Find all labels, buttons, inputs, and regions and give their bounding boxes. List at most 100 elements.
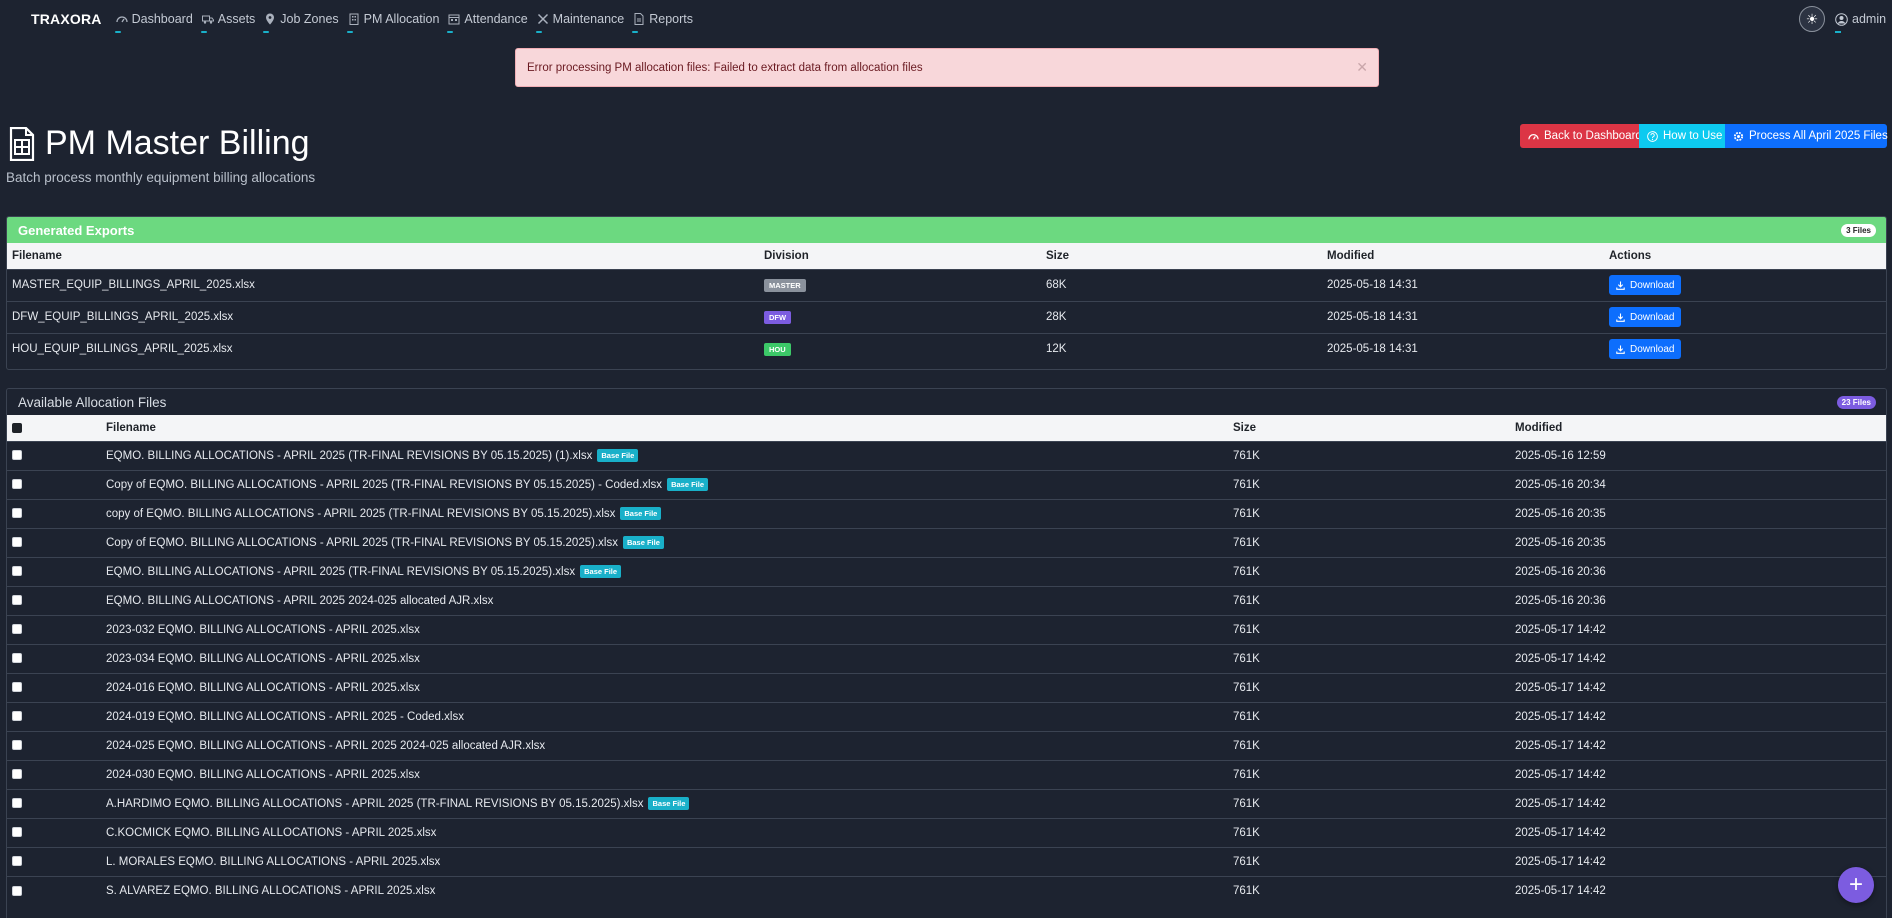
filename-cell: 2024-030 EQMO. BILLING ALLOCATIONS - APR… [101, 759, 1228, 789]
allocation-size: 761K [1228, 672, 1510, 702]
division-badge: DFW [764, 310, 792, 324]
row-checkbox[interactable] [12, 566, 22, 577]
filename-cell: C.KOCMICK EQMO. BILLING ALLOCATIONS - AP… [101, 817, 1228, 847]
filename-cell: Copy of EQMO. BILLING ALLOCATIONS - APRI… [101, 469, 1228, 499]
nav-assets[interactable]: Assets [200, 12, 255, 33]
export-filename: MASTER_EQUIP_BILLINGS_APRIL_2025.xlsx [7, 268, 759, 301]
table-row: Copy of EQMO. BILLING ALLOCATIONS - APRI… [7, 469, 1886, 499]
division-badge: HOU [764, 342, 791, 356]
row-checkbox[interactable] [12, 479, 22, 490]
tools-icon [537, 13, 549, 25]
allocation-size: 761K [1228, 498, 1510, 528]
row-checkbox[interactable] [12, 508, 22, 519]
base-file-badge: Base File [667, 478, 708, 491]
nav-pm-allocation[interactable]: PM Allocation [346, 12, 439, 33]
exports-table: Filename Division Size Modified Actions … [7, 243, 1886, 365]
how-to-use-label: How to Use [1663, 130, 1723, 142]
table-row: 2024-030 EQMO. BILLING ALLOCATIONS - APR… [7, 759, 1886, 789]
download-label: Download [1630, 279, 1675, 291]
gear-icon [1733, 131, 1744, 142]
theme-toggle-button[interactable]: ☀ [1799, 6, 1825, 32]
allocation-size: 761K [1228, 875, 1510, 905]
checkbox-cell [7, 875, 101, 905]
export-modified: 2025-05-18 14:31 [1322, 268, 1604, 301]
navbar: TRAXORA Dashboard Assets Job Zones PM Al… [0, 0, 1892, 38]
nav-attendance[interactable]: Attendance [447, 12, 528, 33]
close-icon[interactable]: ✕ [1356, 60, 1368, 74]
table-row: 2023-034 EQMO. BILLING ALLOCATIONS - APR… [7, 643, 1886, 673]
checkbox-cell [7, 701, 101, 731]
allocation-modified: 2025-05-16 20:35 [1510, 498, 1886, 528]
row-checkbox[interactable] [12, 856, 22, 867]
allocation-modified: 2025-05-17 14:42 [1510, 672, 1886, 702]
exports-count-badge: 3 Files [1841, 224, 1876, 237]
sun-icon: ☀ [1805, 10, 1819, 27]
download-button[interactable]: Download [1609, 307, 1682, 327]
row-checkbox[interactable] [12, 682, 22, 693]
allocation-size: 761K [1228, 556, 1510, 586]
row-checkbox[interactable] [12, 827, 22, 838]
row-checkbox[interactable] [12, 711, 22, 722]
row-checkbox[interactable] [12, 653, 22, 664]
download-button[interactable]: Download [1609, 275, 1682, 295]
allocation-table: Filename Size Modified EQMO. BILLING ALL… [7, 415, 1886, 905]
report-icon [633, 13, 645, 25]
allocation-modified: 2025-05-17 14:42 [1510, 730, 1886, 760]
division-cell: HOU [759, 332, 1041, 365]
allocation-size: 761K [1228, 440, 1510, 470]
back-to-dashboard-label: Back to Dashboard [1544, 130, 1642, 142]
row-checkbox[interactable] [12, 624, 22, 635]
checkbox-cell [7, 643, 101, 673]
allocation-size: 761K [1228, 759, 1510, 789]
generated-exports-header: Generated Exports 3 Files [7, 217, 1886, 243]
process-all-button[interactable]: Process All April 2025 Files [1725, 124, 1888, 148]
allocation-size: 761K [1228, 585, 1510, 615]
row-checkbox[interactable] [12, 769, 22, 780]
download-button[interactable]: Download [1609, 339, 1682, 360]
table-row: EQMO. BILLING ALLOCATIONS - APRIL 2025 (… [7, 440, 1886, 470]
allocation-modified: 2025-05-16 20:35 [1510, 527, 1886, 557]
nav-maintenance[interactable]: Maintenance [535, 12, 625, 33]
allocation-files-header: Available Allocation Files 23 Files [7, 389, 1886, 415]
nav-attendance-label: Attendance [464, 12, 528, 26]
row-checkbox[interactable] [12, 595, 22, 606]
table-row: EQMO. BILLING ALLOCATIONS - APRIL 2025 (… [7, 556, 1886, 586]
select-all-checkbox[interactable] [12, 422, 22, 433]
filename-cell: EQMO. BILLING ALLOCATIONS - APRIL 2025 (… [101, 556, 1228, 586]
row-checkbox[interactable] [12, 537, 22, 548]
filename-cell: S. ALVAREZ EQMO. BILLING ALLOCATIONS - A… [101, 875, 1228, 905]
allocation-filename: 2024-016 EQMO. BILLING ALLOCATIONS - APR… [106, 681, 420, 694]
allocation-modified: 2025-05-16 20:36 [1510, 585, 1886, 615]
allocation-filename: Copy of EQMO. BILLING ALLOCATIONS - APRI… [106, 537, 618, 549]
row-checkbox[interactable] [12, 450, 22, 461]
allocation-filename: EQMO. BILLING ALLOCATIONS - APRIL 2025 (… [106, 566, 576, 578]
nav-reports[interactable]: Reports [632, 12, 693, 33]
nav-dashboard[interactable]: Dashboard [114, 12, 193, 33]
user-circle-icon [1835, 12, 1848, 26]
allocation-filename: 2023-032 EQMO. BILLING ALLOCATIONS - APR… [106, 623, 420, 636]
nav-job-zones[interactable]: Job Zones [263, 12, 339, 33]
back-to-dashboard-button[interactable]: Back to Dashboard [1520, 124, 1642, 148]
row-checkbox[interactable] [12, 885, 22, 896]
allocation-modified: 2025-05-17 14:42 [1510, 643, 1886, 673]
filename-cell: EQMO. BILLING ALLOCATIONS - APRIL 2025 2… [101, 585, 1228, 615]
division-badge: MASTER [764, 278, 806, 292]
plus-icon: + [1848, 871, 1863, 898]
how-to-use-button[interactable]: How to Use [1639, 124, 1725, 148]
nav-maintenance-label: Maintenance [552, 12, 625, 26]
col-modified: Modified [1322, 243, 1604, 269]
filename-cell: 2024-016 EQMO. BILLING ALLOCATIONS - APR… [101, 672, 1228, 702]
checkbox-cell [7, 788, 101, 818]
add-fab-button[interactable]: + [1838, 867, 1874, 903]
row-checkbox[interactable] [12, 740, 22, 751]
row-checkbox[interactable] [12, 798, 22, 809]
export-size: 28K [1041, 300, 1322, 333]
export-filename: DFW_EQUIP_BILLINGS_APRIL_2025.xlsx [7, 300, 759, 333]
user-menu[interactable]: admin [1835, 12, 1886, 33]
allocation-size: 761K [1228, 643, 1510, 673]
brand-logo[interactable]: TRAXORA [31, 11, 102, 27]
allocation-size: 761K [1228, 614, 1510, 644]
page-heading: PM Master Billing [45, 124, 310, 162]
allocation-filename: C.KOCMICK EQMO. BILLING ALLOCATIONS - AP… [106, 826, 437, 839]
export-modified: 2025-05-18 14:31 [1322, 300, 1604, 333]
